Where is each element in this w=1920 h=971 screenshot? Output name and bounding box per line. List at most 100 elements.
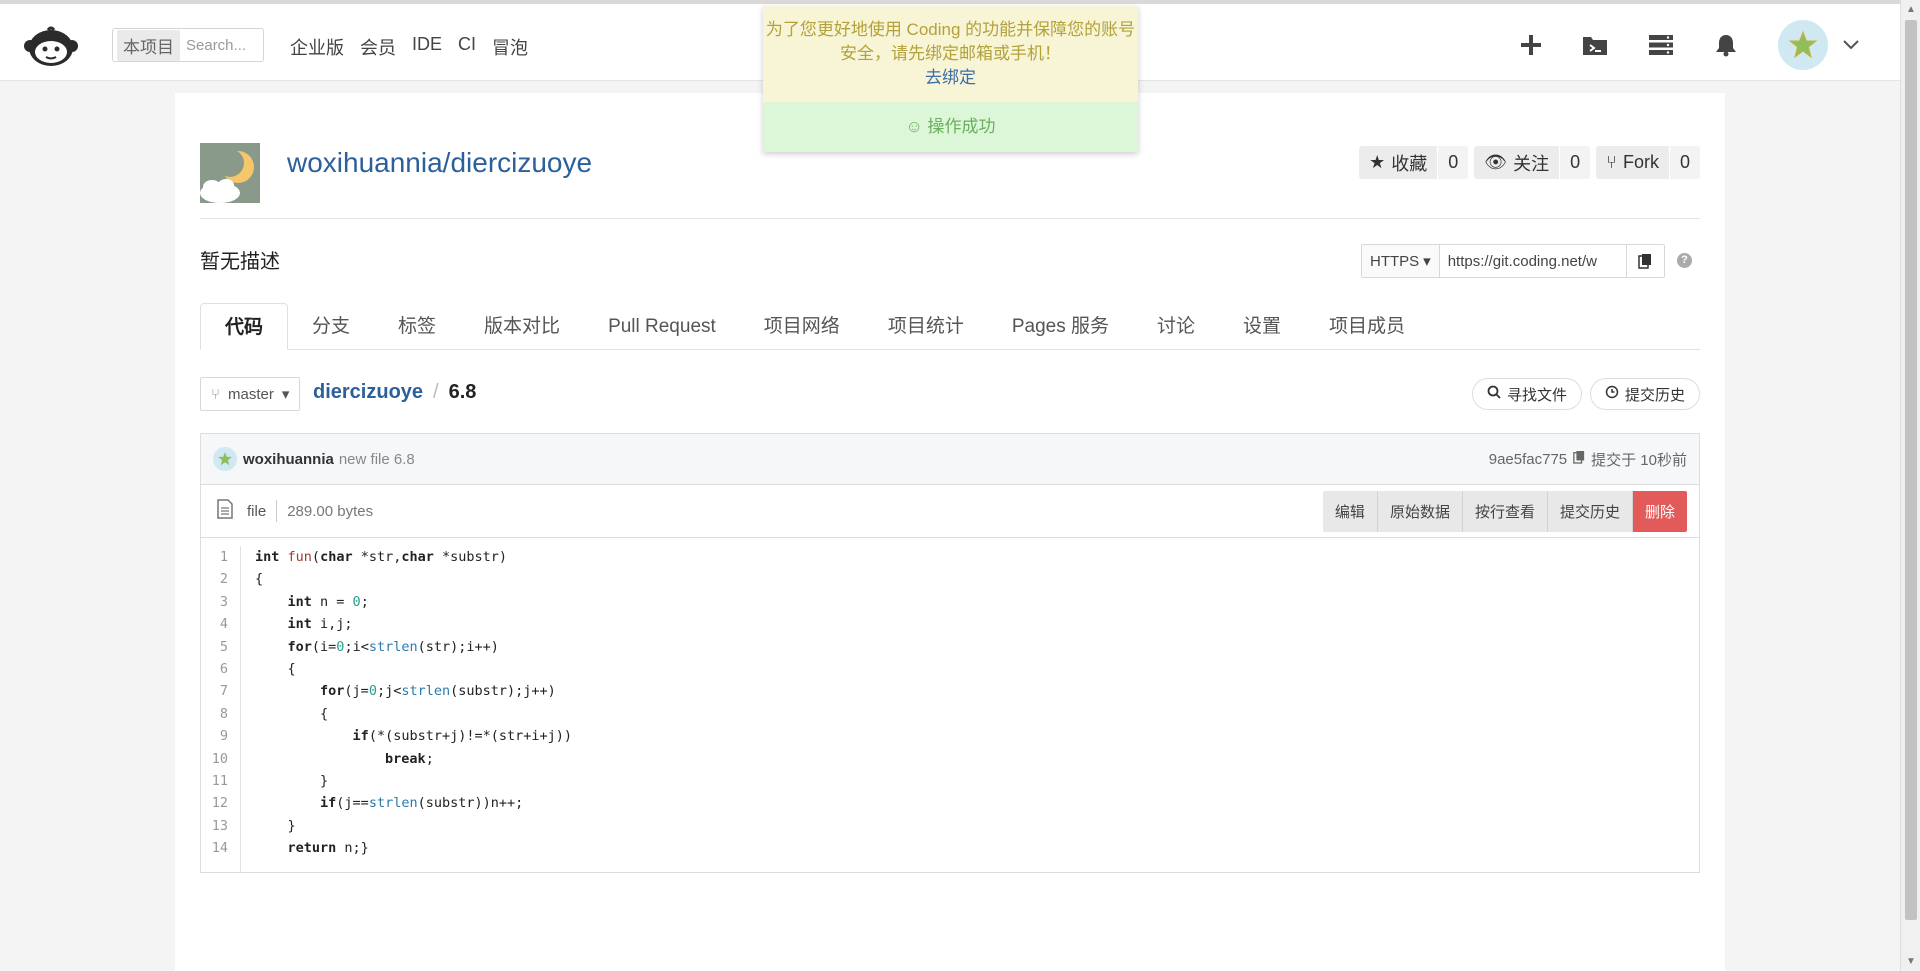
watch-button[interactable]: 👁 关注 0 — [1474, 146, 1591, 179]
line-number: 10 — [211, 750, 228, 767]
blame-button[interactable]: 按行查看 — [1461, 490, 1547, 532]
tab-branches[interactable]: 分支 — [288, 303, 374, 350]
bind-link[interactable]: 去绑定 — [763, 66, 1138, 90]
branch-selector[interactable]: ⑂ master ▾ — [200, 377, 300, 411]
line-number: 6 — [219, 660, 228, 677]
commit-message[interactable]: new file 6.8 — [339, 451, 415, 468]
line-number: 14 — [211, 840, 228, 857]
line-number: 3 — [219, 593, 228, 610]
server-icon[interactable] — [1648, 34, 1674, 56]
code-viewer: 1 2 3 4 5 6 7 8 9 10 11 12 13 14 int fun(char *str,ch… — [200, 538, 1700, 873]
star-button[interactable]: ★ 收藏 0 — [1359, 146, 1469, 179]
scroll-down-icon[interactable]: ▼ — [1906, 956, 1916, 967]
code-line: for(i=0;i<strlen(str);i++) — [287, 638, 499, 655]
search-icon — [1487, 385, 1501, 403]
copy-icon[interactable] — [1625, 245, 1664, 277]
nav-link-member[interactable]: 会员 — [360, 34, 396, 60]
fork-label: Fork — [1622, 152, 1659, 172]
project-avatar[interactable] — [200, 143, 260, 203]
tab-tags[interactable]: 标签 — [374, 303, 460, 350]
commit-hash[interactable]: 9ae5fac775 — [1489, 451, 1567, 468]
commit-time: 提交于 10秒前 — [1591, 451, 1687, 469]
scrollbar[interactable]: ▲ ▼ — [1900, 0, 1920, 971]
commit-bar: woxihuannia new file 6.8 9ae5fac775 提交于 … — [200, 433, 1700, 485]
success-message: ☺ 操作成功 — [763, 102, 1138, 152]
raw-button[interactable]: 原始数据 — [1376, 490, 1462, 532]
delete-button[interactable]: 删除 — [1631, 490, 1687, 532]
nav-link-ci[interactable]: CI — [458, 34, 476, 60]
terminal-folder-icon[interactable] — [1582, 34, 1608, 56]
code-line: { — [255, 571, 264, 588]
code-line: return n;} — [287, 840, 369, 857]
code-line: if(*(substr+j)!=*(str+i+j)) — [352, 728, 573, 745]
tab-members[interactable]: 项目成员 — [1305, 303, 1429, 350]
history-label: 提交历史 — [1624, 386, 1685, 404]
tab-discussion[interactable]: 讨论 — [1133, 303, 1219, 350]
tab-pages[interactable]: Pages 服务 — [988, 303, 1133, 350]
tab-code[interactable]: 代码 — [200, 303, 289, 350]
project-description: 暂无描述 — [200, 251, 280, 273]
breadcrumb-separator: / — [433, 381, 439, 403]
user-avatar[interactable] — [1778, 20, 1828, 70]
line-number: 1 — [219, 549, 228, 565]
nav-link-bubble[interactable]: 冒泡 — [492, 34, 528, 60]
commit-avatar[interactable] — [213, 447, 237, 471]
code-line: { — [255, 705, 329, 722]
caret-down-icon: ▾ — [281, 386, 290, 403]
coding-logo-icon[interactable] — [22, 24, 80, 68]
project-tabs: 代码 分支 标签 版本对比 Pull Request 项目网络 项目统计 Pag… — [200, 303, 1700, 350]
nav-link-enterprise[interactable]: 企业版 — [290, 34, 344, 60]
divider — [200, 218, 1700, 219]
code-line: int fun(char *str,char *substr) — [255, 549, 508, 565]
bell-icon[interactable] — [1714, 33, 1738, 57]
line-number: 7 — [219, 683, 228, 700]
edit-button[interactable]: 编辑 — [1322, 490, 1377, 532]
success-text: 操作成功 — [927, 117, 996, 136]
chevron-down-icon[interactable] — [1842, 39, 1860, 51]
plus-icon[interactable] — [1520, 34, 1542, 56]
scroll-up-icon[interactable]: ▲ — [1906, 4, 1916, 15]
clone-url-input[interactable]: https://git.coding.net/w — [1440, 245, 1626, 277]
warning-text: 为了您更好地使用 Coding 的功能并保障您的账号安全，请先绑定邮箱或手机！ — [765, 20, 1136, 63]
line-number: 4 — [219, 616, 228, 633]
code-line: } — [255, 772, 329, 789]
star-icon: ★ — [1369, 152, 1386, 172]
caret-down-icon: ▾ — [1423, 253, 1431, 270]
copy-hash-icon[interactable] — [1573, 450, 1585, 468]
find-file-button[interactable]: 寻找文件 — [1471, 378, 1582, 410]
file-type: file — [247, 502, 267, 520]
history-button[interactable]: 提交历史 — [1589, 378, 1700, 410]
tab-compare[interactable]: 版本对比 — [460, 303, 584, 350]
scrollbar-thumb[interactable] — [1905, 20, 1917, 920]
fork-button[interactable]: ⑂ Fork 0 — [1596, 146, 1700, 179]
tab-stats[interactable]: 项目统计 — [864, 303, 988, 350]
file-icon — [217, 498, 233, 524]
code-lines[interactable]: int fun(char *str,char *substr) { int n =… — [241, 546, 572, 872]
find-file-label: 寻找文件 — [1506, 386, 1567, 404]
file-info-bar: file 289.00 bytes 编辑 原始数据 按行查看 提交历史 删除 — [200, 485, 1700, 538]
breadcrumb: diercizuoye / 6.8 — [313, 381, 476, 404]
line-number: 2 — [219, 571, 228, 588]
bind-account-warning: 为了您更好地使用 Coding 的功能并保障您的账号安全，请先绑定邮箱或手机！ … — [763, 6, 1138, 102]
breadcrumb-repo[interactable]: diercizuoye — [313, 381, 423, 404]
code-line: break; — [385, 750, 434, 767]
commit-user[interactable]: woxihuannia — [243, 451, 334, 468]
code-line: } — [255, 817, 296, 834]
tab-pull-request[interactable]: Pull Request — [584, 303, 740, 350]
tab-network[interactable]: 项目网络 — [740, 303, 864, 350]
vertical-divider — [276, 500, 278, 522]
protocol-dropdown[interactable]: HTTPS ▾ — [1362, 245, 1440, 277]
file-history-button[interactable]: 提交历史 — [1546, 490, 1632, 532]
main-panel: woxihuannia/diercizuoye ★ 收藏 0 👁 关注 0 ⑂ For… — [175, 93, 1725, 971]
fork-count: 0 — [1668, 146, 1700, 179]
tab-settings[interactable]: 设置 — [1219, 303, 1305, 350]
help-icon[interactable]: ? — [1677, 253, 1692, 268]
search-input[interactable]: 本项目 Search... — [112, 28, 264, 62]
search-scope[interactable]: 本项目 — [117, 29, 180, 61]
breadcrumb-file: 6.8 — [448, 381, 477, 403]
nav-link-ide[interactable]: IDE — [412, 34, 442, 60]
code-line: for(j=0;j<strlen(substr);j++) — [320, 683, 556, 700]
line-number: 11 — [211, 772, 228, 789]
line-number: 5 — [219, 638, 228, 655]
project-title[interactable]: woxihuannia/diercizuoye — [287, 147, 592, 179]
